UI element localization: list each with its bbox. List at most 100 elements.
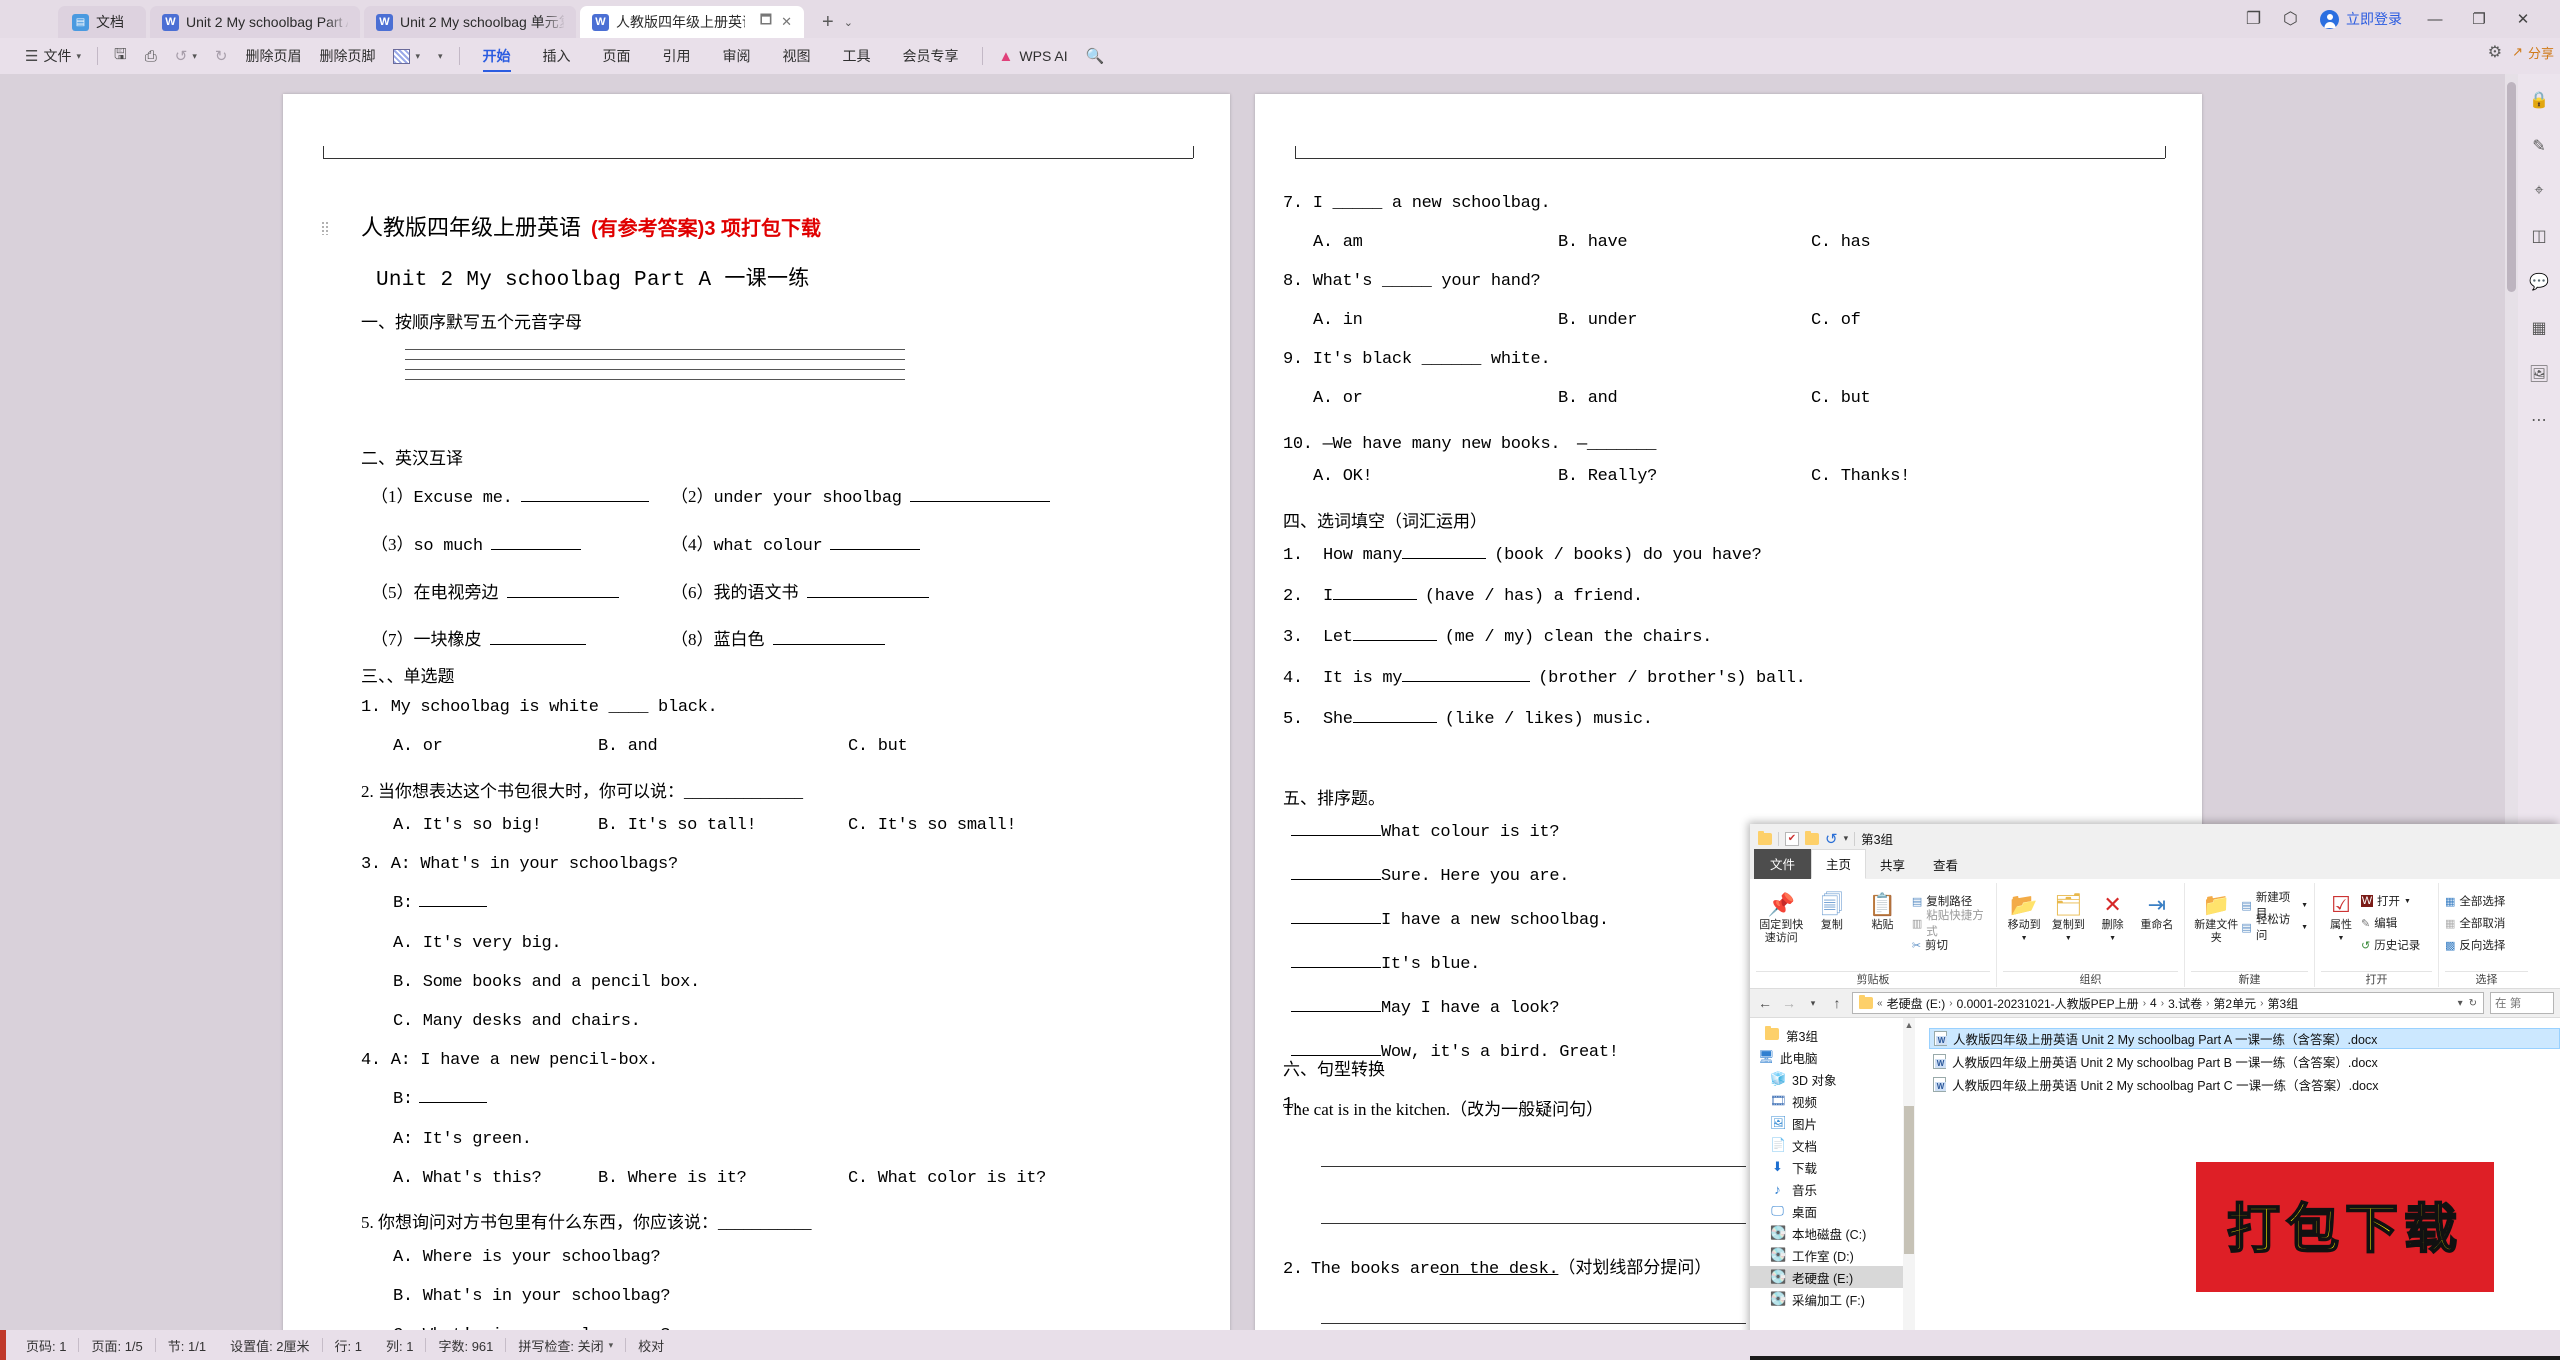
history-button[interactable]: ↺ 历史记录 — [2361, 935, 2420, 955]
transform-answer-line[interactable] — [1321, 1323, 1746, 1324]
breadcrumb-item-drive[interactable]: 老硬盘 (E:) — [1887, 995, 1946, 1012]
select-all-button[interactable]: ▦ 全部选择 — [2445, 891, 2505, 911]
order-blank[interactable] — [1291, 998, 1381, 1012]
save-button[interactable]: 🖫 — [105, 38, 136, 74]
breadcrumb-item-3[interactable]: 3.试卷 — [2168, 995, 2202, 1012]
copy-button[interactable]: 🗐 复制 — [1807, 889, 1858, 932]
explorer-nav-pane[interactable]: 第3组 🖥 此电脑 🧊 3D 对象 🎞 视频 🖼 图片 📄 文档 ⬇ 下载 ♪ 音乐 🖵 桌面 … — [1750, 1018, 1915, 1339]
option-b[interactable]: B. Really? — [1558, 467, 1811, 486]
scrollbar-thumb[interactable] — [2507, 82, 2516, 292]
option-a[interactable]: A. or — [1313, 389, 1558, 408]
breadcrumb-dropdown-icon[interactable]: ▾ — [2458, 998, 2463, 1009]
explorer-tab-file[interactable]: 文件 — [1754, 849, 1812, 879]
tab-document-2[interactable]: W Unit 2 My schoolbag 单元复习—— — [364, 6, 576, 38]
answer-blank[interactable] — [418, 1090, 487, 1103]
transform-answer-line[interactable] — [1321, 1223, 1746, 1224]
option-a[interactable]: A. What's this? — [393, 1169, 598, 1188]
tab-list-chevron-icon[interactable]: ⌄ — [844, 16, 853, 29]
status-word-count[interactable]: 字数: 961 — [426, 1336, 505, 1355]
breadcrumb[interactable]: « 老硬盘 (E:) › 0.0001-20231021-人教版PEP上册 › … — [1852, 992, 2484, 1014]
order-blank[interactable] — [1291, 866, 1381, 880]
more-commands-button[interactable]: ▾ — [429, 38, 452, 74]
explorer-tab-home[interactable]: 主页 — [1811, 849, 1867, 879]
status-spellcheck[interactable]: 拼写检查: 关闭 ▾ — [506, 1336, 625, 1355]
breadcrumb-item-2[interactable]: 4 — [2150, 996, 2157, 1010]
table-icon[interactable]: ▦ — [2531, 318, 2546, 338]
answer-blank[interactable] — [1332, 587, 1417, 600]
paste-button[interactable]: 📋 粘贴 — [1857, 889, 1908, 932]
delete-button[interactable]: ✕ 删除 ▼ — [2092, 889, 2134, 945]
option-c[interactable]: C. has — [1811, 233, 1871, 252]
cube-icon[interactable]: ⬡ — [2283, 9, 2298, 29]
option-a[interactable]: A. It's so big! — [393, 816, 598, 835]
answer-blank[interactable] — [490, 537, 581, 550]
invert-selection-button[interactable]: ▩ 反向选择 — [2445, 935, 2505, 955]
select-none-button[interactable]: ▦ 全部取消 — [2445, 913, 2505, 933]
transform-answer-line[interactable] — [1321, 1166, 1746, 1167]
order-blank[interactable] — [1291, 1042, 1381, 1056]
breadcrumb-item-5[interactable]: 第3组 — [2267, 995, 2298, 1012]
nav-item-3d-objects[interactable]: 🧊 3D 对象 — [1750, 1068, 1915, 1090]
breadcrumb-item-1[interactable]: 0.0001-20231021-人教版PEP上册 — [1957, 995, 2139, 1012]
nav-item-videos[interactable]: 🎞 视频 — [1750, 1090, 1915, 1112]
answer-blank[interactable] — [418, 894, 487, 907]
ribbon-tab-reference[interactable]: 引用 — [647, 38, 707, 74]
option-a[interactable]: A. in — [1313, 311, 1558, 330]
cursor-icon[interactable]: ⌖ — [2534, 182, 2543, 200]
shape-icon[interactable]: ◫ — [2531, 226, 2546, 246]
tab-home[interactable]: ▤ 文档 — [58, 6, 146, 38]
customize-chevron-icon[interactable]: ▾ — [1844, 833, 1849, 844]
nav-item-pictures[interactable]: 🖼 图片 — [1750, 1112, 1915, 1134]
file-menu-button[interactable]: ☰ 文件 ▾ — [16, 38, 90, 74]
login-button[interactable]: 立即登录 — [2320, 9, 2402, 29]
option-a[interactable]: A. or — [393, 737, 598, 756]
open-button[interactable]: W 打开 ▼ — [2361, 891, 2420, 911]
print-button[interactable]: ⎙ — [136, 38, 166, 74]
delete-header-button[interactable]: 删除页眉 — [236, 38, 310, 74]
nav-item-music[interactable]: ♪ 音乐 — [1750, 1178, 1915, 1200]
ribbon-tab-tools[interactable]: 工具 — [827, 38, 887, 74]
undo-icon[interactable]: ↺ — [1825, 830, 1838, 848]
restore-icon[interactable]: ❐ — [2246, 9, 2261, 29]
close-icon[interactable]: ✕ — [781, 14, 792, 30]
recent-locations-chevron-icon[interactable]: ▾ — [1804, 998, 1822, 1009]
edit-button[interactable]: ✎ 编辑 — [2361, 913, 2420, 933]
nav-item-documents[interactable]: 📄 文档 — [1750, 1134, 1915, 1156]
answer-blank[interactable] — [506, 585, 619, 598]
nav-item-downloads[interactable]: ⬇ 下载 — [1750, 1156, 1915, 1178]
answer-blank[interactable] — [806, 585, 929, 598]
option-a[interactable]: A. OK! — [1313, 467, 1558, 486]
more-icon[interactable]: ⋯ — [2531, 410, 2547, 430]
option-c[interactable]: C. of — [1811, 311, 1861, 330]
option-b[interactable]: B. Some books and a pencil box. — [393, 973, 700, 992]
answer-blank[interactable] — [909, 489, 1050, 502]
paragraph-drag-handle[interactable] — [321, 221, 330, 235]
option-b[interactable]: B. and — [1558, 389, 1811, 408]
nav-scrollbar[interactable]: ▲ ▼ — [1903, 1018, 1915, 1339]
scrollbar-thumb[interactable] — [1904, 1106, 1914, 1254]
ribbon-tab-start[interactable]: 开始 — [467, 38, 527, 74]
answer-blank[interactable] — [1402, 546, 1487, 559]
paste-shortcut-button[interactable]: ▥ 粘贴快捷方式 — [1912, 910, 1990, 938]
cut-button[interactable]: ✂ 剪切 — [1912, 935, 1990, 955]
pen-icon[interactable]: ✎ — [2532, 136, 2545, 156]
option-a[interactable]: A. Where is your schoolbag? — [393, 1248, 661, 1267]
option-b[interactable]: B. have — [1558, 233, 1811, 252]
option-c[interactable]: C. Thanks! — [1811, 467, 1910, 486]
option-c[interactable]: C. What color is it? — [848, 1169, 1046, 1188]
explorer-tab-share[interactable]: 共享 — [1866, 851, 1919, 879]
ribbon-tab-view[interactable]: 视图 — [767, 38, 827, 74]
split-view-icon[interactable]: 🗖 — [760, 11, 772, 33]
answer-blank[interactable] — [772, 632, 885, 645]
share-button[interactable]: ↗ 分享 — [2512, 43, 2554, 62]
answer-blank[interactable] — [520, 489, 649, 502]
nav-item-desktop[interactable]: 🖵 桌面 — [1750, 1200, 1915, 1222]
explorer-tab-view[interactable]: 查看 — [1919, 851, 1972, 879]
minimize-button[interactable]: — — [2424, 11, 2446, 28]
highlight-button[interactable]: ▾ — [384, 38, 429, 74]
move-to-button[interactable]: 📂 移动到 ▼ — [2003, 889, 2045, 945]
pin-to-quick-access-button[interactable]: 📌 固定到快速访问 — [1756, 889, 1807, 945]
tab-document-1[interactable]: W Unit 2 My schoolbag Part A 同步练 — [150, 6, 360, 38]
option-b[interactable]: B. and — [598, 737, 848, 756]
answer-blank[interactable] — [1352, 628, 1437, 641]
